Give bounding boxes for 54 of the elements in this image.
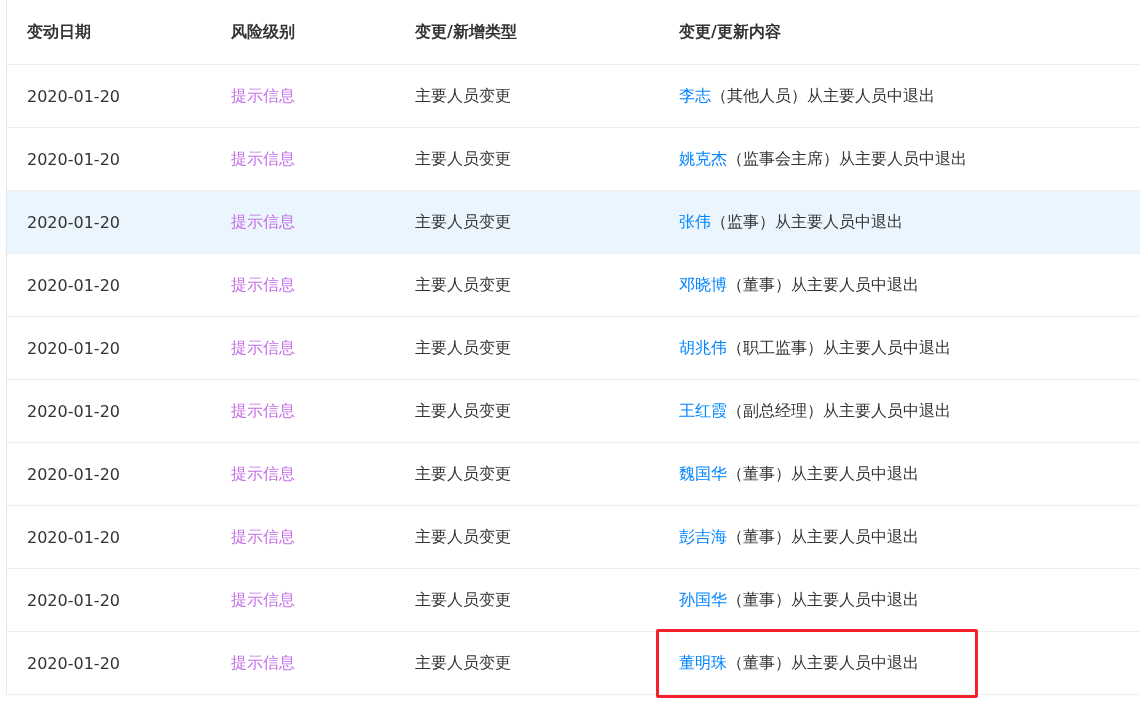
person-link[interactable]: 邓晓博 — [679, 274, 727, 294]
date-text: 2020-01-20 — [27, 464, 120, 484]
column-header: 变更/更新内容 — [679, 21, 781, 43]
risk-level-text: 提示信息 — [231, 337, 295, 359]
change-type-text: 主要人员变更 — [415, 463, 511, 485]
person-link[interactable]: 彭吉海 — [679, 526, 727, 546]
risk-level-text: 提示信息 — [231, 526, 295, 548]
date-text: 2020-01-20 — [27, 86, 120, 106]
person-link[interactable]: 张伟 — [679, 211, 711, 231]
person-link[interactable]: 魏国华 — [679, 463, 727, 483]
change-type-text: 主要人员变更 — [415, 337, 511, 359]
change-type-text: 主要人员变更 — [415, 85, 511, 107]
date-text: 2020-01-20 — [27, 275, 120, 295]
column-header: 变更/新增类型 — [415, 21, 517, 43]
column-header: 变动日期 — [27, 21, 91, 43]
risk-level-text: 提示信息 — [231, 211, 295, 233]
change-type-text: 主要人员变更 — [415, 526, 511, 548]
change-content-text: 姚克杰（监事会主席）从主要人员中退出 — [679, 148, 967, 170]
risk-level-text: 提示信息 — [231, 589, 295, 611]
change-content-text: 董明珠（董事）从主要人员中退出 — [679, 652, 919, 674]
date-text: 2020-01-20 — [27, 149, 120, 169]
date-text: 2020-01-20 — [27, 401, 120, 421]
risk-level-text: 提示信息 — [231, 274, 295, 296]
change-content-text: 王红霞（副总经理）从主要人员中退出 — [679, 400, 951, 422]
change-type-text: 主要人员变更 — [415, 589, 511, 611]
person-link[interactable]: 胡兆伟 — [679, 337, 727, 357]
date-text: 2020-01-20 — [27, 338, 120, 358]
date-text: 2020-01-20 — [27, 653, 120, 673]
person-link[interactable]: 王红霞 — [679, 400, 727, 420]
change-type-text: 主要人员变更 — [415, 211, 511, 233]
change-type-text: 主要人员变更 — [415, 148, 511, 170]
date-text: 2020-01-20 — [27, 527, 120, 547]
date-text: 2020-01-20 — [27, 212, 120, 232]
change-content-text: 魏国华（董事）从主要人员中退出 — [679, 463, 919, 485]
change-content-text: 李志（其他人员）从主要人员中退出 — [679, 85, 935, 107]
column-header: 风险级别 — [231, 21, 295, 43]
change-content-text: 胡兆伟（职工监事）从主要人员中退出 — [679, 337, 951, 359]
risk-level-text: 提示信息 — [231, 85, 295, 107]
person-link[interactable]: 姚克杰 — [679, 148, 727, 168]
person-link[interactable]: 董明珠 — [679, 652, 727, 672]
change-type-text: 主要人员变更 — [415, 400, 511, 422]
person-link[interactable]: 孙国华 — [679, 589, 727, 609]
risk-level-text: 提示信息 — [231, 463, 295, 485]
change-content-text: 孙国华（董事）从主要人员中退出 — [679, 589, 919, 611]
risk-level-text: 提示信息 — [231, 400, 295, 422]
change-type-text: 主要人员变更 — [415, 274, 511, 296]
change-content-text: 张伟（监事）从主要人员中退出 — [679, 211, 903, 233]
change-type-text: 主要人员变更 — [415, 652, 511, 674]
date-text: 2020-01-20 — [27, 590, 120, 610]
person-link[interactable]: 李志 — [679, 85, 711, 105]
change-content-text: 邓晓博（董事）从主要人员中退出 — [679, 274, 919, 296]
risk-level-text: 提示信息 — [231, 148, 295, 170]
risk-level-text: 提示信息 — [231, 652, 295, 674]
change-content-text: 彭吉海（董事）从主要人员中退出 — [679, 526, 919, 548]
